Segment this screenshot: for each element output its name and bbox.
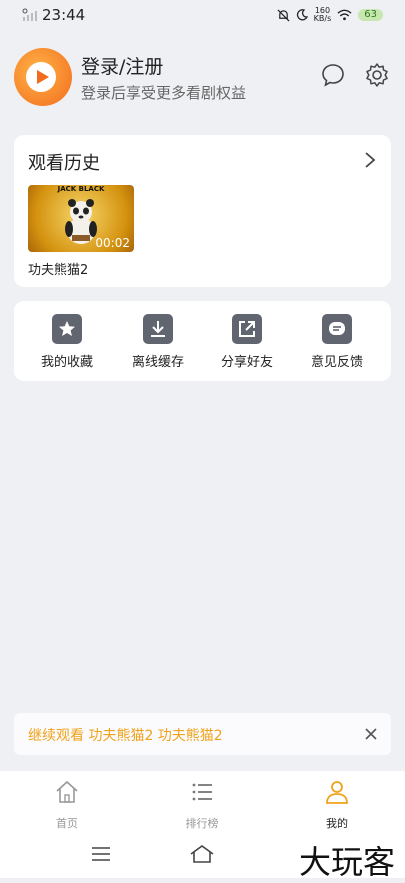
feedback-button[interactable]: 意见反馈 — [292, 314, 382, 370]
offline-cache-button[interactable]: 离线缓存 — [113, 314, 203, 370]
share-friends-button[interactable]: 分享好友 — [202, 314, 292, 370]
history-item-title[interactable]: 功夫熊猫2 — [28, 259, 88, 278]
share-icon — [239, 321, 255, 337]
download-icon — [151, 321, 165, 337]
nav-item-home[interactable]: 首页 — [27, 779, 107, 831]
status-time: 23:44 — [42, 6, 86, 24]
menu-icon[interactable] — [90, 843, 112, 865]
nav-item-mine[interactable]: 我的 — [297, 779, 377, 831]
signal-icon — [22, 8, 37, 21]
profile-header: 登录/注册 登录后享受更多看剧权益 — [0, 40, 405, 120]
mute-bell-icon — [277, 9, 290, 21]
star-icon — [59, 321, 75, 336]
user-icon — [326, 781, 348, 804]
favorites-label: 我的收藏 — [40, 355, 93, 370]
offline-cache-label: 离线缓存 — [131, 355, 184, 370]
favorites-button[interactable]: 我的收藏 — [22, 314, 112, 370]
feedback-label: 意见反馈 — [310, 355, 363, 370]
close-icon[interactable] — [363, 726, 379, 742]
continue-watching-bar[interactable]: 继续观看 功夫熊猫2 功夫熊猫2 — [14, 713, 391, 755]
message-icon[interactable] — [320, 62, 346, 88]
watermark: 大玩客 — [298, 843, 395, 881]
app-logo — [14, 48, 72, 106]
nav-label-ranking: 排行榜 — [185, 817, 219, 830]
list-icon — [192, 783, 212, 801]
home-button-icon[interactable] — [189, 843, 215, 865]
bottom-nav: 首页 排行榜 我的 — [0, 771, 405, 831]
poster-title-text: JACK BLACK — [57, 185, 105, 193]
watch-history-title: 观看历史 — [28, 153, 100, 174]
login-subtitle: 登录后享受更多看剧权益 — [81, 84, 247, 102]
settings-gear-icon[interactable] — [364, 62, 390, 88]
nav-label-home: 首页 — [56, 817, 78, 830]
panda-poster-image — [65, 199, 97, 244]
nav-item-ranking[interactable]: 排行榜 — [162, 779, 242, 831]
moon-icon — [296, 9, 308, 21]
system-nav-bar: 大玩客 — [0, 831, 405, 881]
battery-indicator: 63 — [358, 9, 383, 21]
video-duration: 00:02 — [95, 236, 130, 250]
watch-history-card: 观看历史 JACK BLACK 00:02 功夫熊猫2 — [14, 135, 391, 287]
chevron-right-icon[interactable] — [363, 151, 377, 169]
feedback-icon — [329, 322, 345, 335]
net-speed: 160 KB/s — [313, 6, 332, 23]
tools-card: 我的收藏 离线缓存 分享好友 意见反馈 — [14, 301, 391, 381]
status-bar: 23:44 160 KB/s 63 — [0, 0, 405, 32]
nav-label-mine: 我的 — [326, 817, 348, 830]
home-icon — [56, 780, 78, 803]
share-friends-label: 分享好友 — [220, 355, 273, 370]
history-thumbnail[interactable]: JACK BLACK 00:02 — [28, 185, 134, 252]
wifi-icon — [337, 9, 352, 21]
continue-watching-text[interactable]: 继续观看 功夫熊猫2 功夫熊猫2 — [28, 725, 223, 745]
login-register-link[interactable]: 登录/注册 — [81, 52, 163, 79]
